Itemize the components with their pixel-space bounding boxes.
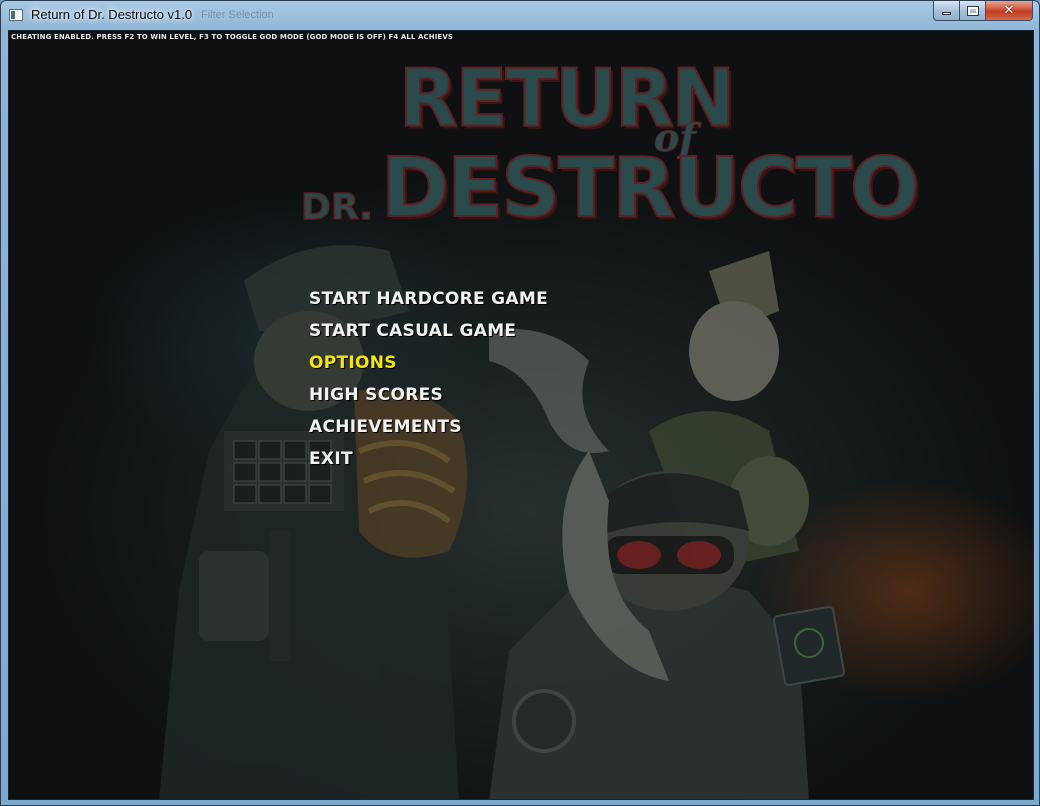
app-icon[interactable] (9, 9, 23, 21)
menu-item-start-casual[interactable]: START CASUAL GAME (309, 321, 548, 353)
cheat-notice: CHEATING ENABLED. PRESS F2 TO WIN LEVEL,… (11, 33, 453, 41)
menu-item-start-hardcore[interactable]: START HARDCORE GAME (309, 289, 548, 321)
menu-item-exit[interactable]: EXIT (309, 449, 548, 481)
game-window: Return of Dr. Destructo v1.0 Filter Sele… (0, 0, 1040, 806)
window-controls: ✕ (933, 1, 1033, 21)
menu-item-options[interactable]: OPTIONS (309, 353, 548, 385)
main-menu: START HARDCORE GAME START CASUAL GAME OP… (309, 289, 548, 481)
logo-dr: DR. (300, 186, 373, 229)
menu-item-achievements[interactable]: ACHIEVEMENTS (309, 417, 548, 449)
background-window-title: Filter Selection (201, 9, 274, 21)
close-icon: ✕ (1003, 3, 1015, 18)
maximize-icon (966, 5, 979, 16)
close-button[interactable]: ✕ (986, 1, 1033, 21)
minimize-icon (942, 12, 951, 15)
game-logo: RETURN of DR. DESTRUCTO (289, 49, 920, 259)
maximize-button[interactable] (960, 1, 986, 21)
logo-destructo: DESTRUCTO (380, 140, 921, 237)
window-title: Return of Dr. Destructo v1.0 (31, 7, 193, 22)
game-viewport[interactable]: CHEATING ENABLED. PRESS F2 TO WIN LEVEL,… (8, 30, 1034, 800)
minimize-button[interactable] (933, 1, 960, 21)
menu-item-high-scores[interactable]: HIGH SCORES (309, 385, 548, 417)
title-bar[interactable]: Return of Dr. Destructo v1.0 Filter Sele… (1, 1, 1039, 30)
